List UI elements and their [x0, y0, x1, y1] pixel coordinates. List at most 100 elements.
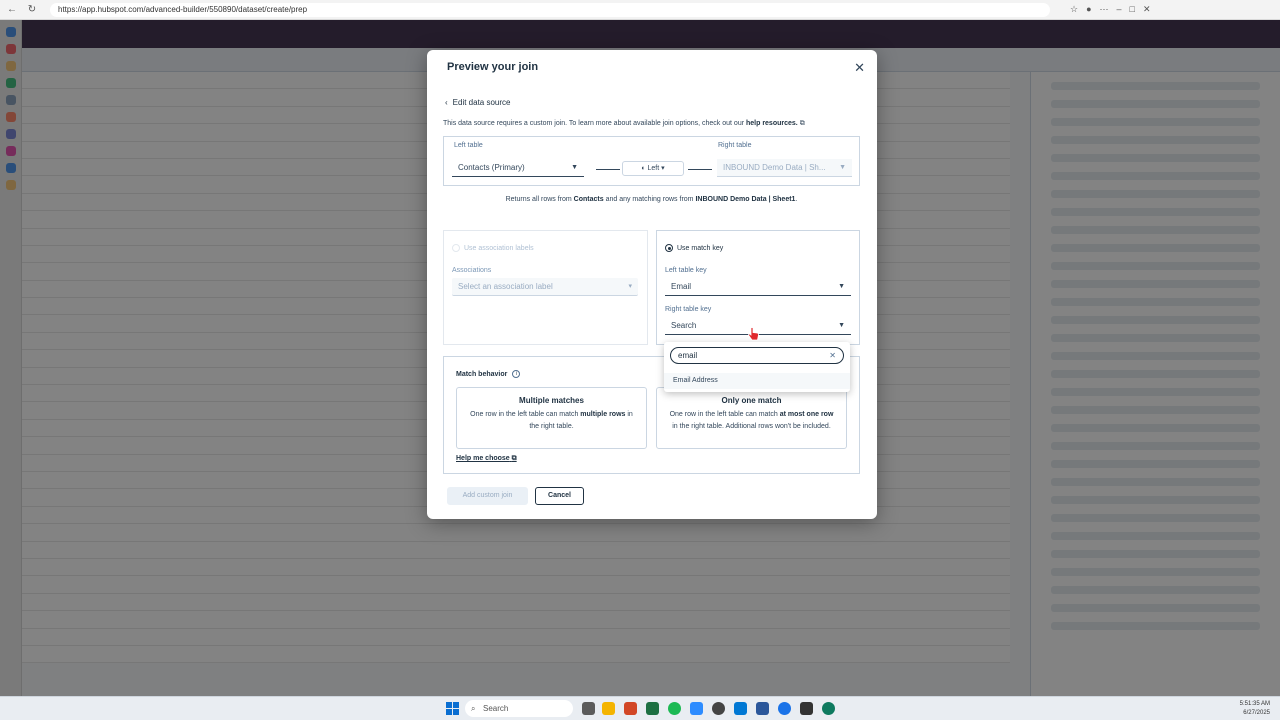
cancel-button[interactable]: Cancel	[535, 487, 584, 505]
match-key-radio[interactable]: Use match key	[665, 244, 723, 252]
caret-down-icon: ▾	[661, 165, 665, 172]
join-summary: Returns all rows from Contacts and any m…	[443, 196, 860, 203]
spotify-icon[interactable]	[668, 702, 681, 715]
taskbar-search-placeholder: Search	[483, 704, 509, 713]
multiple-matches-card[interactable]: Multiple matches One row in the left tab…	[456, 387, 647, 449]
back-icon[interactable]: ←	[4, 2, 20, 18]
windows-taskbar: ⌕ Search 5:51:35 AM 6/27/2025	[0, 696, 1280, 720]
caret-down-icon: ▼	[838, 283, 845, 290]
outlook-icon[interactable]	[734, 702, 747, 715]
join-type-select[interactable]: ◐ Left ▾	[622, 161, 684, 176]
association-placeholder: Select an association label	[458, 282, 553, 291]
chrome-icon[interactable]	[712, 702, 725, 715]
left-key-value: Email	[671, 282, 692, 291]
join-config: Left table Contacts (Primary) ▼ ◐ Left ▾…	[443, 136, 860, 186]
caret-down-icon: ▼	[571, 164, 578, 171]
back-label: Edit data source	[452, 98, 511, 107]
chevron-left-icon: ‹	[445, 98, 448, 107]
summary-right-table: INBOUND Demo Data | Sheet1	[695, 196, 796, 203]
left-key-label: Left table key	[665, 267, 707, 274]
right-key-dropdown: email ✕ Email Address	[664, 342, 850, 392]
external-link-icon: ⧉	[511, 455, 517, 462]
clock-time: 5:51:35 AM	[1239, 701, 1270, 707]
edit-data-source-link[interactable]: ‹ Edit data source	[445, 98, 510, 107]
help-resources-link[interactable]: help resources.	[746, 120, 798, 127]
info-prefix: This data source requires a custom join.…	[443, 120, 746, 127]
search-value: email	[678, 351, 698, 360]
profile-icon[interactable]: ●	[1086, 4, 1091, 15]
close-window-icon[interactable]: ✕	[1143, 4, 1151, 15]
zoom-icon[interactable]	[690, 702, 703, 715]
card-description: One row in the left table can match mult…	[467, 409, 636, 433]
match-key-option-label: Use match key	[677, 244, 724, 252]
radio-selected-icon	[665, 244, 673, 252]
card-title: Multiple matches	[519, 396, 584, 405]
taskbar-search[interactable]: ⌕ Search	[465, 700, 573, 717]
card-title: Only one match	[721, 396, 782, 405]
system-clock[interactable]: 5:51:35 AM 6/27/2025	[1240, 700, 1270, 718]
card-desc-bold: at most one row	[779, 411, 834, 418]
clear-icon[interactable]: ✕	[829, 348, 836, 363]
excel-icon[interactable]	[646, 702, 659, 715]
clock-date: 6/27/2025	[1243, 710, 1270, 716]
right-table-select: INBOUND Demo Data | Sh... ▼	[717, 159, 852, 177]
powerpoint-icon[interactable]	[624, 702, 637, 715]
maximize-icon[interactable]: □	[1130, 4, 1135, 15]
browser-actions: ☆ ● ⋯ – □ ✕	[1070, 4, 1151, 15]
join-connector	[596, 169, 620, 170]
card-desc-bold: multiple rows	[580, 411, 626, 418]
right-key-value: Search	[671, 321, 697, 330]
external-link-icon: ⧉	[799, 120, 805, 127]
association-radio[interactable]: Use association labels	[452, 244, 534, 252]
browser-toolbar: ← ↻ https://app.hubspot.com/advanced-bui…	[0, 0, 1280, 20]
association-label-select: Select an association label ▾	[452, 278, 638, 296]
card-desc-part: in the right table. Additional rows won'…	[672, 423, 831, 430]
caret-down-icon: ▼	[838, 322, 845, 329]
match-behavior-text: Match behavior	[456, 370, 508, 378]
app-icon[interactable]	[800, 702, 813, 715]
minimize-icon[interactable]: –	[1117, 4, 1122, 15]
help-me-choose-link[interactable]: Help me choose ⧉	[456, 455, 517, 463]
card-desc-part: One row in the left table can match	[470, 411, 581, 418]
right-table-label: Right table	[718, 142, 752, 149]
task-view-icon[interactable]	[582, 702, 595, 715]
association-option-label: Use association labels	[464, 244, 534, 252]
help-choose-text: Help me choose	[456, 455, 510, 462]
notes-icon[interactable]	[756, 702, 769, 715]
summary-prefix: Returns all rows from	[505, 196, 574, 203]
left-table-label: Left table	[454, 142, 483, 149]
address-bar[interactable]: https://app.hubspot.com/advanced-builder…	[50, 2, 1050, 17]
left-table-select[interactable]: Contacts (Primary) ▼	[452, 159, 584, 177]
summary-suffix: .	[795, 196, 798, 203]
app-icon[interactable]	[822, 702, 835, 715]
join-type-value: Left	[647, 165, 660, 172]
card-description: One row in the left table can match at m…	[667, 409, 836, 433]
caret-down-icon: ▾	[628, 283, 632, 290]
file-explorer-icon[interactable]	[602, 702, 615, 715]
card-desc-part: One row in the left table can match	[669, 411, 780, 418]
menu-icon[interactable]: ⋯	[1100, 4, 1109, 15]
modal-title: Preview your join	[447, 61, 539, 73]
left-key-select[interactable]: Email ▼	[665, 278, 851, 296]
summary-left-table: Contacts	[573, 196, 604, 203]
only-one-match-card[interactable]: Only one match One row in the left table…	[656, 387, 847, 449]
summary-mid: and any matching rows from	[603, 196, 696, 203]
reload-icon[interactable]: ↻	[24, 2, 40, 18]
info-icon[interactable]: i	[512, 370, 521, 378]
left-table-value: Contacts (Primary)	[458, 163, 525, 172]
add-custom-join-button[interactable]: Add custom join	[447, 487, 528, 505]
info-text: This data source requires a custom join.…	[443, 120, 805, 128]
hand-cursor-icon	[748, 327, 759, 341]
close-icon[interactable]: ✕	[854, 60, 865, 76]
join-connector	[688, 169, 712, 170]
search-icon: ⌕	[471, 704, 476, 713]
dropdown-option[interactable]: Email Address	[664, 373, 850, 389]
dropdown-search-input[interactable]: email ✕	[670, 347, 844, 364]
associations-label: Associations	[452, 267, 492, 274]
extensions-icon[interactable]: ☆	[1070, 4, 1078, 15]
caret-down-icon: ▼	[839, 164, 846, 171]
association-option: Use association labels Associations Sele…	[443, 230, 648, 345]
edge-icon[interactable]	[778, 702, 791, 715]
windows-start-icon[interactable]	[446, 702, 459, 715]
right-key-label: Right table key	[665, 306, 712, 313]
